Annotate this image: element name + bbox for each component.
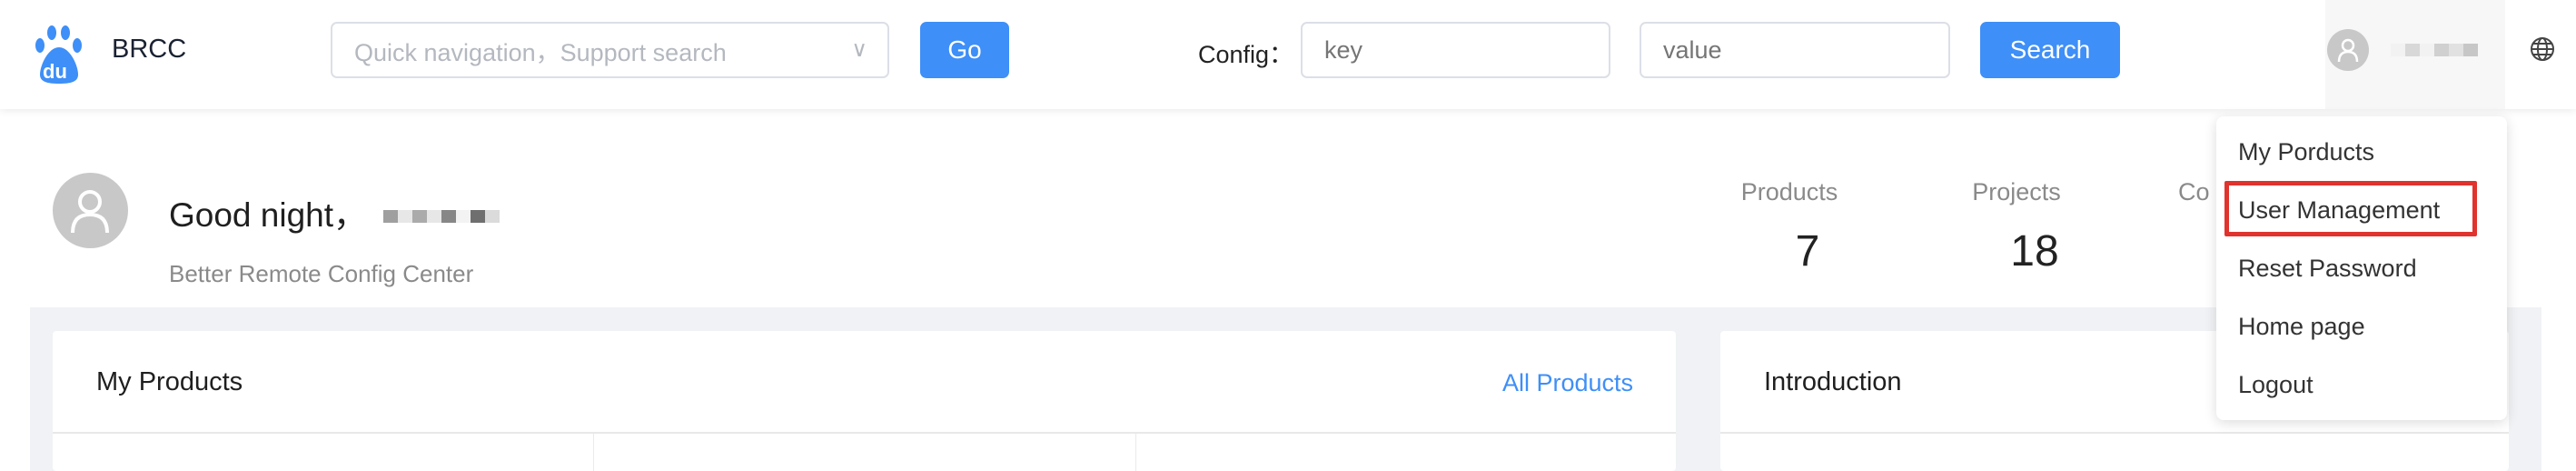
all-products-link[interactable]: All Products [1502,369,1633,397]
my-products-title: My Products [96,367,243,396]
menu-item-logout[interactable]: Logout [2238,371,2313,399]
divider [1720,432,2509,434]
quick-navigation-select[interactable]: Quick navigation，Support search ∨ [331,22,889,78]
menu-item-home-page[interactable]: Home page [2238,313,2365,341]
user-dropdown-menu: My Porducts User Management Reset Passwo… [2216,116,2507,420]
greeting: Good night， [169,187,500,236]
column-divider [593,434,594,471]
quick-navigation-placeholder: Quick navigation，Support search [354,38,727,66]
menu-item-user-management[interactable]: User Management [2238,196,2440,225]
config-label: Config： [1198,41,1294,68]
logo-text: du [43,60,67,83]
app-name: BRCC [112,35,187,64]
user-icon [71,190,109,234]
stat-label: Projects [1972,178,2061,205]
chevron-down-icon: ∨ [851,37,867,62]
column-divider [1135,434,1136,471]
search-button[interactable]: Search [1980,22,2120,78]
user-menu-trigger[interactable] [2325,0,2505,109]
stat-products: Products 7 [1726,178,1853,276]
my-products-card: My Products All Products [53,331,1676,471]
stat-value: 7 [1795,227,1820,276]
subtitle: Better Remote Config Center [169,260,474,287]
divider [53,432,1676,434]
welcome-avatar [53,173,128,248]
menu-item-my-products[interactable]: My Porducts [2238,138,2374,166]
username-blurred [2391,44,2478,61]
config-value-input[interactable] [1640,22,1950,78]
config-key-input[interactable] [1301,22,1610,78]
stat-label: Products [1740,178,1838,205]
user-icon [2337,38,2359,63]
introduction-title: Introduction [1764,367,1902,396]
stat-projects: Projects 18 [1953,178,2080,276]
user-avatar [2327,29,2369,71]
baidu-logo-icon[interactable]: du [35,25,84,84]
menu-item-reset-password[interactable]: Reset Password [2238,255,2417,283]
stat-value: 18 [2010,227,2059,276]
top-header: du BRCC Quick navigation，Support search … [0,0,2576,109]
globe-icon[interactable] [2530,36,2555,66]
stat-configs: Co [2178,178,2210,205]
username-blurred [383,193,500,231]
greeting-text: Good night， [169,196,368,234]
go-button[interactable]: Go [920,22,1009,78]
